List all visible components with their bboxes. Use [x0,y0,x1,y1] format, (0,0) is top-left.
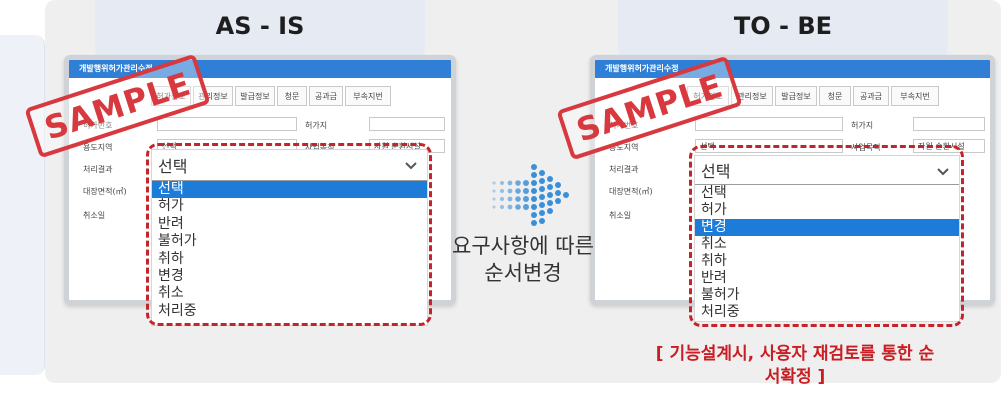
left-side-panel [0,35,45,375]
row-label: 취소일 [609,211,632,220]
reorder-caption: 요구사항에 따른 순서변경 [440,233,606,287]
row-label: 허가지 [851,121,874,130]
tab-attached-lots[interactable]: 부속지번 [345,86,391,106]
window-title-bar: 개발행위허가관리수정 [595,60,990,78]
to-be-highlight-box [689,145,964,327]
permit-site-field[interactable] [913,117,985,131]
tab-fees[interactable]: 공과금 [309,86,343,106]
permit-number-field[interactable] [157,117,297,131]
tab-hearing[interactable]: 청문 [277,86,307,106]
to-be-title: TO - BE [733,12,833,40]
dotted-arrow-icon [492,164,569,226]
row-label: 허가지 [305,121,328,130]
design-review-note: [ 기능설계시, 사용자 재검토를 통한 순 서확정 ] [590,343,1000,389]
row-label: 처리결과 [609,165,639,174]
tab-issue-info[interactable]: 발급정보 [235,86,275,106]
as-is-highlight-box [146,143,432,326]
row-label: 용도지역 [83,143,113,152]
permit-number-field[interactable] [695,117,843,131]
window-title: 개발행위허가관리수정 [605,64,679,73]
tab-attached-lots[interactable]: 부속지번 [891,86,939,106]
as-is-title: AS - IS [215,12,305,40]
design-review-note-line: 서확정 ] [764,367,826,387]
tab-hearing[interactable]: 청문 [819,86,851,106]
row-label: 처리결과 [83,165,113,174]
reorder-caption-line: 요구사항에 따른 [452,234,594,258]
row-label: 취소일 [83,211,106,220]
permit-site-field[interactable] [369,117,445,131]
tab-issue-info[interactable]: 발급정보 [775,86,817,106]
row-label: 대장면적(㎡) [609,187,653,196]
row-label: 대장면적(㎡) [83,187,127,196]
reorder-caption-line: 순서변경 [484,261,562,285]
design-review-note-line: [ 기능설계시, 사용자 재검토를 통한 순 [655,344,935,364]
tab-fees[interactable]: 공과금 [853,86,889,106]
